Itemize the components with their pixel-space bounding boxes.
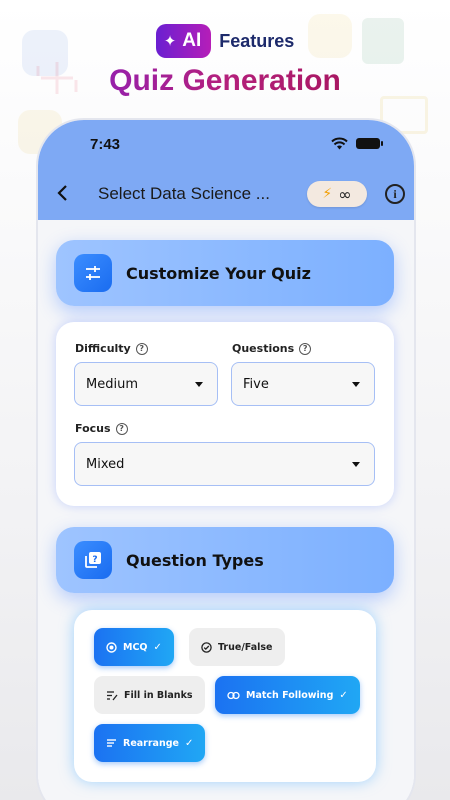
chip-label: Match Following xyxy=(246,689,334,701)
page-title: Select Data Science ... xyxy=(98,184,270,203)
lightning-icon: ⚡ xyxy=(322,186,333,202)
chip-fill-in-blanks[interactable]: Fill in Blanks xyxy=(94,676,205,714)
difficulty-label-text: Difficulty xyxy=(75,342,131,355)
chip-label: Rearrange xyxy=(123,737,179,749)
chip-true-false[interactable]: True/False xyxy=(189,628,285,666)
customize-title: Customize Your Quiz xyxy=(126,263,311,283)
sliders-icon xyxy=(74,254,112,292)
credits-value: ∞ xyxy=(338,184,352,204)
check-icon: ✓ xyxy=(153,641,162,653)
chevron-left-icon xyxy=(57,185,67,201)
battery-icon xyxy=(356,138,383,149)
info-button[interactable]: i xyxy=(385,184,405,204)
dropdown-caret-icon xyxy=(195,381,203,387)
ai-badge: ✦ AI xyxy=(155,24,212,58)
app-header: 7:43 Select Data Science ... ⚡ ∞ i xyxy=(38,120,414,220)
focus-value: Mixed xyxy=(86,456,125,472)
chip-label: Fill in Blanks xyxy=(124,689,193,701)
phone-frame: 7:43 Select Data Science ... ⚡ ∞ i Custo… xyxy=(38,120,414,800)
difficulty-value: Medium xyxy=(86,376,138,392)
questions-select[interactable]: Five xyxy=(231,362,375,406)
credits-badge[interactable]: ⚡ ∞ xyxy=(307,181,367,207)
help-icon[interactable]: ? xyxy=(299,342,312,355)
question-types-card: MCQ ✓ True/False Fill in Blanks Match Fo… xyxy=(74,610,376,782)
question-types-section-header: ? Question Types xyxy=(56,527,394,593)
ai-badge-label: AI xyxy=(182,30,202,51)
status-icons xyxy=(331,137,383,150)
sparkle-icon: ✦ xyxy=(163,32,177,50)
focus-select[interactable]: Mixed xyxy=(74,442,375,486)
question-types-title: Question Types xyxy=(126,550,264,570)
help-icon[interactable]: ? xyxy=(135,342,148,355)
help-icon[interactable]: ? xyxy=(115,422,128,435)
quiz-settings-card: Difficulty ? Medium Questions ? Five Foc… xyxy=(56,322,394,506)
promo-title: Quiz Generation xyxy=(0,64,450,98)
radio-icon xyxy=(106,641,117,653)
chip-rearrange[interactable]: Rearrange ✓ xyxy=(94,724,206,762)
svg-text:?: ? xyxy=(92,555,97,565)
difficulty-select[interactable]: Medium xyxy=(74,362,218,406)
question-cards-icon: ? xyxy=(74,541,112,579)
link-icon xyxy=(227,691,240,699)
questions-label-text: Questions xyxy=(232,342,295,355)
chip-mcq[interactable]: MCQ ✓ xyxy=(94,628,174,666)
promo-header: ✦ AI Features xyxy=(0,24,450,58)
check-icon: ✓ xyxy=(339,689,348,701)
customize-section-header: Customize Your Quiz xyxy=(56,240,394,306)
sort-lines-icon xyxy=(107,739,116,747)
chip-label: MCQ xyxy=(123,641,148,653)
questions-value: Five xyxy=(243,376,269,392)
chip-label: True/False xyxy=(218,641,273,653)
dropdown-caret-icon xyxy=(352,381,360,387)
dropdown-caret-icon xyxy=(352,461,360,467)
check-circle-icon xyxy=(201,641,212,653)
difficulty-label: Difficulty ? xyxy=(75,342,148,355)
features-label: Features xyxy=(219,30,295,51)
edit-lines-icon xyxy=(107,690,118,700)
focus-label: Focus ? xyxy=(75,422,128,435)
chip-match-following[interactable]: Match Following ✓ xyxy=(215,676,360,714)
focus-label-text: Focus xyxy=(75,422,111,435)
back-button[interactable] xyxy=(52,180,72,206)
check-icon: ✓ xyxy=(184,737,194,749)
questions-label: Questions ? xyxy=(232,342,312,355)
wifi-icon xyxy=(331,137,348,150)
status-time: 7:43 xyxy=(90,136,121,153)
